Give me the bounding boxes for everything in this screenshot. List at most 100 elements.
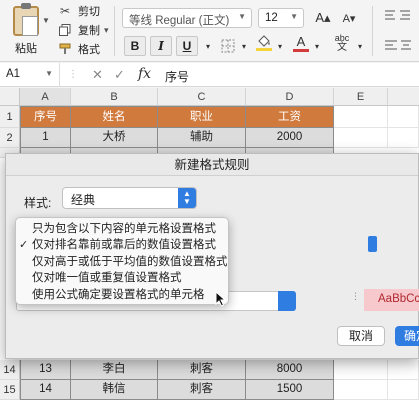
copy-icon [58,23,72,37]
font-name-select[interactable]: 等线 Regular (正文) ▼ [122,8,252,28]
bold-button[interactable]: B [124,36,146,56]
ok-button[interactable]: 确定 [395,326,419,346]
name-box[interactable]: A1 ▼ [0,63,60,87]
column-header-f[interactable] [388,88,419,106]
cell-a15[interactable]: 14 [20,380,71,400]
ribbon-toolbar: ▼ 粘贴 ✂ 剪切 复制 ▾ 格式 等线 Regular (正文) ▼ 12 ▼… [0,0,419,62]
italic-button[interactable]: I [150,36,172,56]
dialog-title: 新建格式规则 [6,154,418,176]
cell-e14[interactable] [334,360,388,380]
mouse-cursor-icon [215,291,227,307]
cell-e2[interactable] [334,128,388,148]
cell-b15[interactable]: 韩信 [71,380,158,400]
font-color-button[interactable]: A [290,33,312,53]
font-color-swatch [293,48,309,52]
cell-b1[interactable]: 姓名 [71,106,158,128]
cell-f1[interactable] [388,106,419,128]
borders-icon [221,39,235,53]
column-header-c[interactable]: C [158,88,246,106]
grow-font-icon: A▴ [315,10,331,25]
cell-a1[interactable]: 序号 [20,106,71,128]
cell-e15[interactable] [334,380,388,400]
copy-button[interactable]: 复制 ▾ [58,22,109,38]
fill-color-dropdown[interactable]: ▾ [276,36,284,56]
menu-item[interactable]: 只为包含以下内容的单元格设置格式 [16,221,228,237]
insert-function-button[interactable]: fx [138,66,151,82]
cell-b14[interactable]: 李白 [71,360,158,380]
menu-item-label: 仅对唯一值或重复值设置格式 [32,272,182,285]
scissors-icon: ✂ [59,4,71,18]
menu-item[interactable]: 使用公式确定要设置格式的单元格 [16,287,228,303]
menu-item[interactable]: 仅对唯一值或重复值设置格式 [16,270,228,286]
select-all-corner[interactable] [0,88,20,106]
cell-a14[interactable]: 13 [20,360,71,380]
format-painter-icon [58,42,72,56]
cell-c1[interactable]: 职业 [158,106,246,128]
font-size-select[interactable]: 12 ▼ [258,8,304,28]
copy-label: 复制 [78,25,100,37]
cell-f15[interactable] [388,380,419,400]
phonetic-button[interactable]: abc 文 [328,33,356,53]
format-painter-button[interactable]: 格式 [58,41,100,57]
align-left-button[interactable] [380,36,416,56]
borders-dropdown[interactable]: ▾ [240,36,248,56]
format-label: 格式 [78,44,100,56]
cell-f2[interactable] [388,128,419,148]
cancel-button[interactable]: 取消 [337,326,385,346]
menu-item-label: 使用公式确定要设置格式的单元格 [32,288,205,301]
fill-color-button[interactable] [253,33,275,53]
align-left-icon [385,40,411,50]
cell-d1[interactable]: 工资 [246,106,334,128]
column-header-d[interactable]: D [246,88,334,106]
cell-d2[interactable]: 2000 [246,128,334,148]
cell-f14[interactable] [388,360,419,380]
column-header-b[interactable]: B [71,88,158,106]
cell-d14[interactable]: 8000 [246,360,334,380]
font-color-icon: A [296,33,306,49]
cell-d15[interactable]: 1500 [246,380,334,400]
cell-c15[interactable]: 刺客 [158,380,246,400]
paste-button[interactable]: ▼ 粘贴 [6,3,50,58]
underline-button[interactable]: U [176,36,198,56]
column-header-a[interactable]: A [20,88,71,106]
cell-b2[interactable]: 大桥 [71,128,158,148]
chevron-down-icon: ▼ [45,69,53,78]
align-top-button[interactable] [380,6,416,26]
cell-a2[interactable]: 1 [20,128,71,148]
checkmark-icon: ✓ [19,239,29,252]
stepper-arrows-icon: ▲ ▼ [178,188,196,208]
cut-button[interactable]: ✂ 剪切 [58,3,100,19]
cell-c2[interactable]: 辅助 [158,128,246,148]
row-header-15[interactable]: 15 [0,380,20,400]
phonetic-dropdown[interactable]: ▾ [356,36,364,56]
cell-reference: A1 [6,68,21,80]
select-arrow-icon[interactable] [368,236,377,252]
rule-type-menu: 只为包含以下内容的单元格设置格式 ✓ 仅对排名靠前或靠后的数值设置格式 仅对高于或低于… [15,217,229,305]
ribbon-divider [114,6,115,56]
rule-field-arrow-icon[interactable] [278,291,296,311]
cancel-edit-icon[interactable]: ✕ [92,67,103,83]
paint-bucket-icon [258,35,270,47]
menu-item[interactable]: ✓ 仅对排名靠前或靠后的数值设置格式 [16,237,228,253]
fill-color-swatch [256,48,272,51]
shrink-font-button[interactable]: A▾ [338,8,360,28]
confirm-edit-icon[interactable]: ✓ [114,67,125,83]
cell-c14[interactable]: 刺客 [158,360,246,380]
chevron-down-icon: ▼ [290,12,298,21]
borders-button[interactable] [217,36,239,56]
menu-item[interactable]: 仅对高于或低于平均值的数值设置格式 [16,254,228,270]
cell-e1[interactable] [334,106,388,128]
chevron-down-icon[interactable]: ▼ [42,16,50,25]
formula-input[interactable]: 序号 [165,68,189,85]
underline-dropdown[interactable]: ▾ [203,36,213,56]
style-select[interactable]: 经典 ▲ ▼ [62,187,197,209]
row-header-1[interactable]: 1 [0,106,20,128]
font-color-dropdown[interactable]: ▾ [313,36,321,56]
style-label: 样式: [24,196,52,210]
grow-font-button[interactable]: A▴ [312,8,334,28]
menu-item-label: 仅对排名靠前或靠后的数值设置格式 [32,239,216,252]
row-header-2[interactable]: 2 [0,128,20,148]
row-header-14[interactable]: 14 [0,360,20,380]
copy-dropdown[interactable]: ▾ [104,25,109,36]
column-header-e[interactable]: E [334,88,388,106]
